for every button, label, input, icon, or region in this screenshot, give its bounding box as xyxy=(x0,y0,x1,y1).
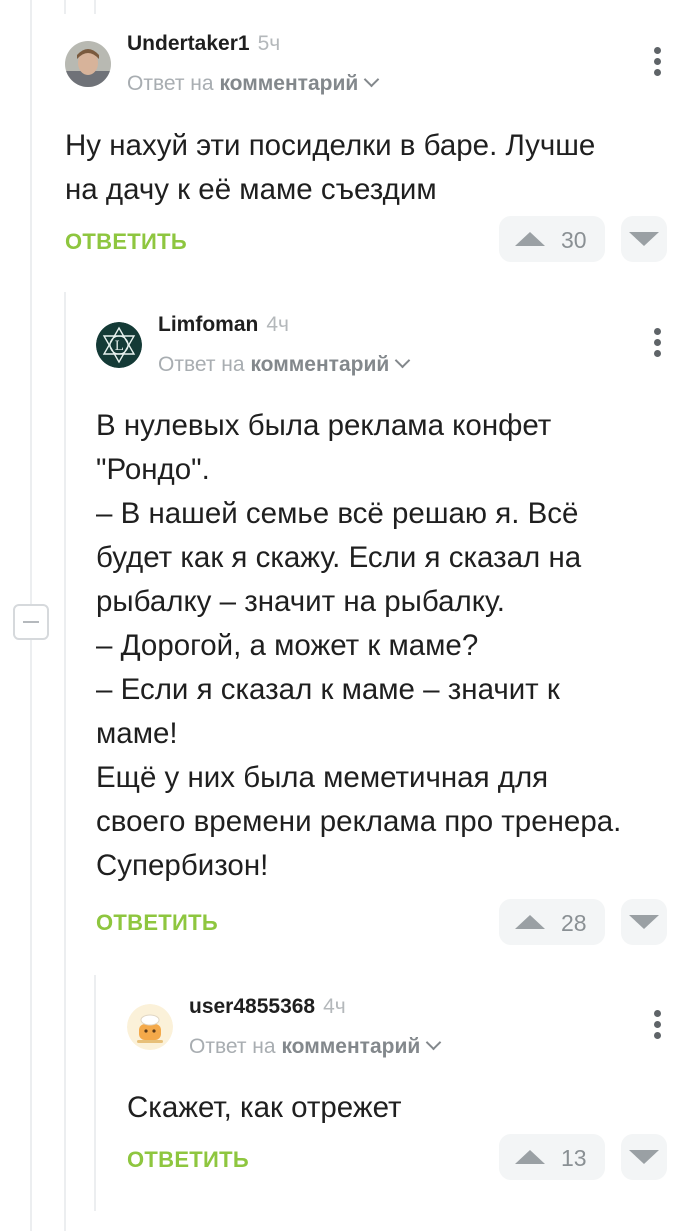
more-options-icon[interactable] xyxy=(654,1010,662,1043)
upvote-button[interactable]: 30 xyxy=(499,216,605,262)
comment-user4855368: user4855368 4ч Ответ на комментарий Скаже… xyxy=(127,995,675,1195)
arrow-up-icon xyxy=(515,232,545,246)
reply-to-link[interactable]: Ответ на комментарий xyxy=(158,352,411,377)
comment-text: В нулевых была реклама конфет "Рондо". –… xyxy=(96,409,622,882)
avatar[interactable] xyxy=(65,41,111,87)
downvote-button[interactable] xyxy=(621,899,667,945)
arrow-down-icon xyxy=(629,1150,659,1164)
author-name[interactable]: user4855368 xyxy=(189,995,315,1018)
reply-target: комментарий xyxy=(250,353,390,376)
downvote-button[interactable] xyxy=(621,1134,667,1180)
arrow-up-icon xyxy=(515,1150,545,1164)
chevron-down-icon xyxy=(425,1034,442,1051)
downvote-button[interactable] xyxy=(621,216,667,262)
author-name[interactable]: Undertaker1 xyxy=(127,32,250,55)
comment-time: 4ч xyxy=(323,995,346,1018)
thread-line-root-top-2 xyxy=(94,0,96,14)
comment-text: Ну нахуй эти посиделки в баре. Лучше на … xyxy=(65,129,596,206)
upvote-button[interactable]: 28 xyxy=(499,899,605,945)
collapse-thread-button[interactable] xyxy=(13,604,49,640)
rating-count: 28 xyxy=(561,910,587,936)
reply-target: комментарий xyxy=(219,72,359,95)
arrow-down-icon xyxy=(629,232,659,246)
reply-button[interactable]: ОТВЕТИТЬ xyxy=(65,229,187,255)
reply-prefix: Ответ на xyxy=(158,353,245,376)
rating-count: 30 xyxy=(561,227,587,253)
reply-prefix: Ответ на xyxy=(127,72,214,95)
arrow-up-icon xyxy=(515,915,545,929)
comment-time: 5ч xyxy=(257,32,281,55)
thread-line-level-2[interactable] xyxy=(64,292,66,1231)
author-name[interactable]: Limfoman xyxy=(158,313,258,336)
comment-time: 4ч xyxy=(266,313,289,336)
more-options-icon[interactable] xyxy=(654,328,662,361)
svg-text:L: L xyxy=(115,339,124,354)
comment-limfoman: L Limfoman 4ч Ответ на комментарий В нуле… xyxy=(96,313,675,953)
chevron-down-icon xyxy=(394,352,411,369)
reply-target: комментарий xyxy=(281,1035,421,1058)
reply-to-link[interactable]: Ответ на комментарий xyxy=(127,71,380,96)
chevron-down-icon xyxy=(363,71,380,88)
arrow-down-icon xyxy=(629,915,659,929)
reply-to-link[interactable]: Ответ на комментарий xyxy=(189,1034,442,1059)
rating-count: 13 xyxy=(561,1145,587,1171)
upvote-button[interactable]: 13 xyxy=(499,1134,605,1180)
reply-button[interactable]: ОТВЕТИТЬ xyxy=(96,910,218,936)
comment-text: Скажет, как отрежет xyxy=(127,1091,402,1124)
reply-button[interactable]: ОТВЕТИТЬ xyxy=(127,1147,249,1173)
comment-undertaker1: Undertaker1 5ч Ответ на комментарий Ну на… xyxy=(65,32,675,272)
avatar[interactable]: L xyxy=(96,322,142,368)
reply-prefix: Ответ на xyxy=(189,1035,276,1058)
avatar[interactable] xyxy=(127,1004,173,1050)
more-options-icon[interactable] xyxy=(654,47,662,80)
thread-line-level-3[interactable] xyxy=(94,975,96,1211)
thread-line-root-top xyxy=(64,0,66,14)
